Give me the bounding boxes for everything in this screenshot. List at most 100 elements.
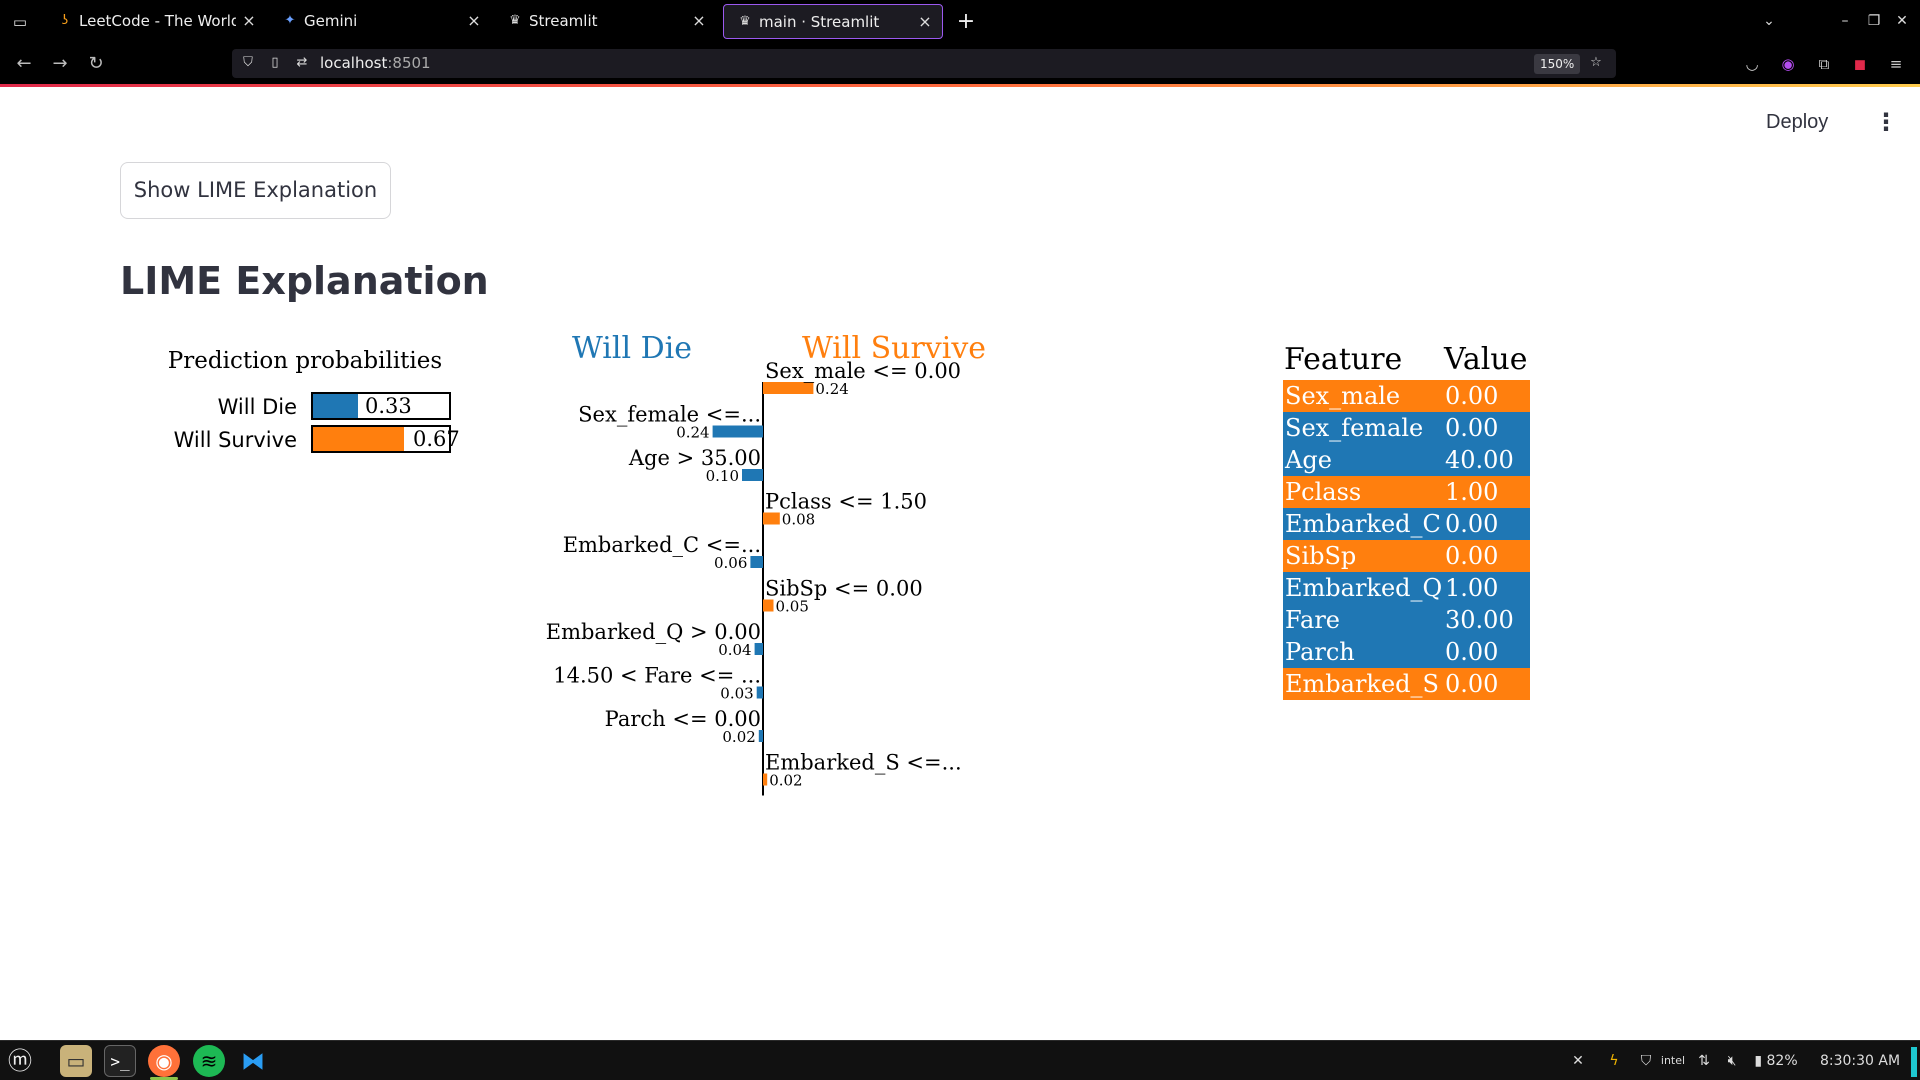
streamlit-icon: ♛ bbox=[509, 13, 521, 28]
weight-value-label: 0.06 bbox=[714, 554, 747, 572]
tab-title: Streamlit bbox=[529, 13, 598, 30]
close-tab-icon[interactable]: × bbox=[916, 13, 934, 31]
show-desktop-button[interactable] bbox=[1911, 1047, 1917, 1077]
weight-value-label: 0.24 bbox=[815, 380, 848, 398]
prob-bar-will-survive: 0.67 bbox=[311, 425, 460, 453]
prob-label-will-survive: Will Survive bbox=[173, 428, 297, 452]
page-title: LIME Explanation bbox=[120, 259, 489, 303]
prob-bar-will-die: 0.33 bbox=[311, 392, 451, 420]
feature-value-table: Sex_male 0.00 Sex_female 0.00 Age 40.00 Pclass… bbox=[1283, 380, 1530, 700]
table-header-value: Value bbox=[1444, 342, 1528, 377]
url-port: :8501 bbox=[387, 54, 431, 72]
power-icon[interactable]: ϟ bbox=[1602, 1051, 1626, 1071]
feature-value-cell: 1.00 bbox=[1445, 574, 1499, 602]
weight-value-label: 0.08 bbox=[782, 511, 815, 529]
pocket-icon[interactable]: ◡ bbox=[1740, 52, 1764, 76]
new-tab-button[interactable]: + bbox=[955, 9, 977, 35]
tab-leetcode[interactable]: ʖ LeetCode - The World's Leading × bbox=[44, 4, 266, 39]
feature-value-cell: 0.00 bbox=[1445, 510, 1499, 538]
weight-value-label: 0.04 bbox=[718, 641, 751, 659]
tab-title: main · Streamlit bbox=[759, 14, 880, 31]
page-load-indicator bbox=[0, 84, 1920, 87]
restore-icon[interactable]: ❐ bbox=[1863, 10, 1885, 32]
tab-gemini[interactable]: ✦ Gemini × bbox=[269, 4, 491, 39]
intel-icon[interactable]: intel bbox=[1660, 1051, 1686, 1071]
prediction-probabilities-title: Prediction probabilities bbox=[167, 348, 443, 374]
close-tray-icon[interactable]: ✕ bbox=[1568, 1051, 1588, 1071]
account-icon[interactable]: ◉ bbox=[1776, 52, 1800, 76]
class-header-will-die: Will Die bbox=[572, 331, 692, 366]
tab-list-icon[interactable]: ▭ bbox=[10, 12, 30, 32]
files-icon[interactable]: ▭ bbox=[60, 1045, 92, 1077]
prob-value-will-die: 0.33 bbox=[365, 394, 412, 418]
feature-name-cell: Pclass bbox=[1285, 478, 1362, 506]
spotify-icon[interactable]: ≋ bbox=[193, 1045, 225, 1077]
os-taskbar: ⓜ ▭ >_ ◉ ≋ ⧓ ✕ ϟ ⛉ intel ⇅ 🔇︎ ▮ 82% 8:30… bbox=[0, 1040, 1920, 1080]
volume-muted-icon[interactable]: 🔇︎ bbox=[1720, 1051, 1744, 1071]
battery-percent: 82% bbox=[1766, 1053, 1798, 1069]
vscode-icon[interactable]: ⧓ bbox=[237, 1045, 269, 1077]
weight-bar bbox=[763, 382, 814, 394]
weight-value-label: 0.02 bbox=[769, 772, 802, 790]
deploy-button[interactable]: Deploy bbox=[1766, 108, 1828, 136]
weight-bar bbox=[763, 599, 774, 612]
feature-value-cell: 40.00 bbox=[1445, 446, 1514, 474]
extensions-icon[interactable]: ⧉ bbox=[1812, 52, 1836, 76]
table-row: Age 40.00 bbox=[1283, 444, 1530, 476]
shield-icon[interactable]: ⛉ bbox=[239, 54, 257, 72]
table-row: Pclass 1.00 bbox=[1283, 476, 1530, 508]
close-tab-icon[interactable]: × bbox=[465, 12, 483, 30]
back-icon[interactable]: ← bbox=[11, 52, 37, 76]
reload-icon[interactable]: ↻ bbox=[83, 52, 109, 76]
feature-name-cell: Embarked_Q bbox=[1285, 574, 1443, 602]
page-icon[interactable]: ▯ bbox=[266, 54, 284, 72]
weight-bar bbox=[763, 773, 768, 786]
forward-icon[interactable]: → bbox=[47, 52, 73, 76]
weight-bar bbox=[763, 512, 780, 525]
tab-streamlit[interactable]: ♛ Streamlit × bbox=[494, 4, 716, 39]
bookmark-star-icon[interactable]: ☆ bbox=[1587, 54, 1605, 72]
weight-value-label: 0.03 bbox=[720, 685, 753, 703]
mint-menu-icon[interactable]: ⓜ bbox=[4, 1045, 36, 1077]
table-row: Fare 30.00 bbox=[1283, 604, 1530, 636]
minimize-icon[interactable]: – bbox=[1834, 10, 1856, 32]
weight-bar bbox=[750, 556, 763, 568]
security-shield-icon[interactable]: ⛉ bbox=[1634, 1051, 1658, 1071]
feature-label: Sex_male <= 0.00 bbox=[765, 359, 961, 383]
leetcode-icon: ʖ bbox=[61, 13, 69, 28]
close-window-icon[interactable]: ✕ bbox=[1891, 10, 1913, 32]
tab-main-streamlit[interactable]: ♛ main · Streamlit × bbox=[723, 4, 943, 39]
battery-indicator[interactable]: ▮ 82% bbox=[1750, 1051, 1802, 1071]
close-tab-icon[interactable]: × bbox=[690, 12, 708, 30]
zoom-level-badge[interactable]: 150% bbox=[1534, 54, 1581, 74]
clock[interactable]: 8:30:30 AM bbox=[1814, 1051, 1906, 1071]
prob-label-will-die: Will Die bbox=[217, 395, 297, 419]
firefox-icon[interactable]: ◉ bbox=[148, 1045, 180, 1077]
feature-value-cell: 0.00 bbox=[1445, 382, 1499, 410]
more-options-icon[interactable]: ⋮ bbox=[1874, 106, 1898, 138]
table-row: Sex_female 0.00 bbox=[1283, 412, 1530, 444]
table-row: Parch 0.00 bbox=[1283, 636, 1530, 668]
terminal-icon[interactable]: >_ bbox=[104, 1045, 136, 1077]
permissions-icon[interactable]: ⇄ bbox=[293, 54, 311, 72]
feature-label: Sex_female <=... bbox=[578, 403, 761, 427]
feature-value-cell: 0.00 bbox=[1445, 638, 1499, 666]
address-bar[interactable]: ⛉ ▯ ⇄ localhost:8501 150% ☆ bbox=[232, 49, 1616, 78]
table-row: SibSp 0.00 bbox=[1283, 540, 1530, 572]
url-text[interactable]: localhost:8501 bbox=[320, 54, 431, 73]
addon-icon[interactable]: ◼ bbox=[1848, 52, 1872, 76]
show-lime-button[interactable]: Show LIME Explanation bbox=[120, 162, 391, 219]
tab-overflow-icon[interactable]: ⌄ bbox=[1758, 10, 1780, 32]
gemini-icon: ✦ bbox=[284, 13, 296, 28]
browser-nav-bar: ← → ↻ ⛉ ▯ ⇄ localhost:8501 150% ☆ ◡ ◉ ⧉ … bbox=[0, 43, 1920, 84]
close-tab-icon[interactable]: × bbox=[240, 12, 258, 30]
feature-name-cell: Age bbox=[1285, 446, 1332, 474]
url-host: localhost bbox=[320, 54, 388, 72]
lime-weights-chart: Will Die Will SurviveSex_male <= 0.000.24… bbox=[546, 331, 986, 796]
app-menu-icon[interactable]: ≡ bbox=[1884, 52, 1908, 76]
tab-title: Gemini bbox=[304, 13, 358, 30]
table-header-feature: Feature bbox=[1284, 342, 1403, 377]
feature-name-cell: Sex_male bbox=[1285, 382, 1401, 410]
weight-bar bbox=[758, 730, 763, 742]
network-icon[interactable]: ⇅ bbox=[1692, 1051, 1716, 1071]
